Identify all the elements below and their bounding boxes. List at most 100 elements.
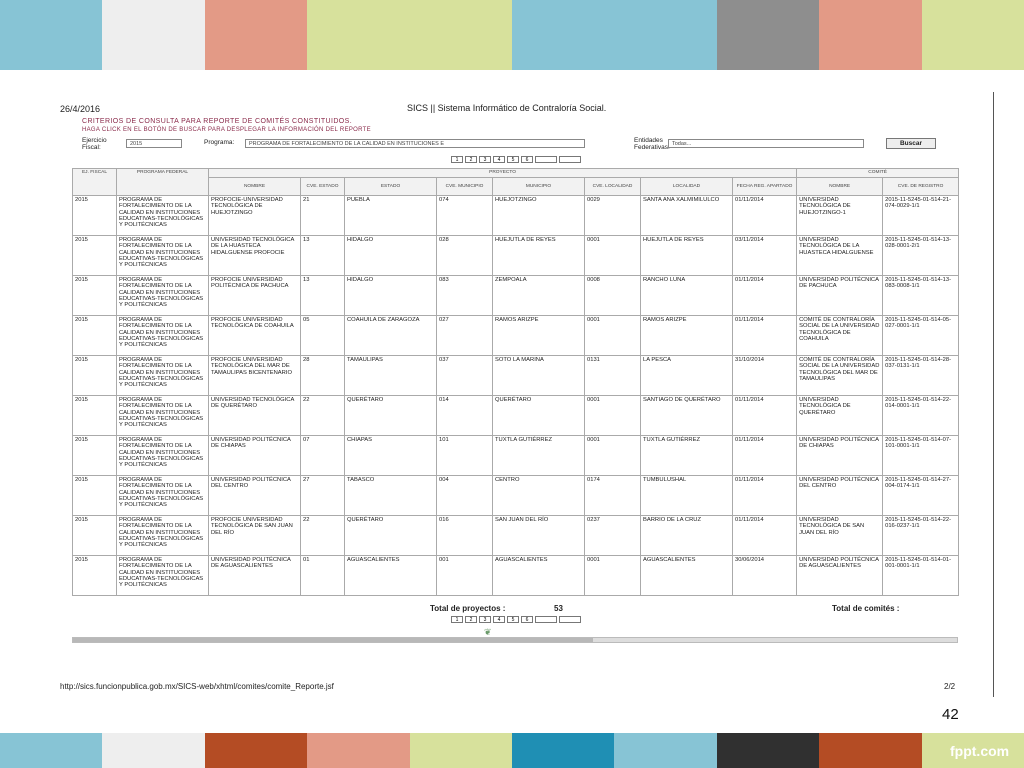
cell-municipio: AGUASCALIENTES bbox=[492, 555, 585, 597]
table-row: 2015 PROGRAMA DE FORTALECIMIENTO DE LA CA… bbox=[72, 555, 960, 597]
cell-cve-localidad: 0001 bbox=[584, 555, 641, 597]
cell-estado: AGUASCALIENTES bbox=[344, 555, 437, 597]
cell-fecha: 03/11/2014 bbox=[731, 235, 798, 277]
cell-cve-estado: 13 bbox=[300, 235, 345, 277]
cell-fecha: 31/10/2014 bbox=[731, 355, 798, 397]
cell-cve-estado: 28 bbox=[300, 355, 345, 397]
cell-municipio: QUERÉTARO bbox=[492, 395, 585, 437]
horizontal-scrollbar[interactable] bbox=[72, 637, 958, 643]
page-1-button[interactable]: 1 bbox=[451, 616, 463, 623]
cell-comite: UNIVERSIDAD TECNOLÓGICA DE QUERÉTARO bbox=[796, 395, 884, 437]
cell-cve-localidad: 0001 bbox=[584, 395, 641, 437]
col-municipio: Municipio bbox=[492, 177, 585, 197]
cell-programa: PROGRAMA DE FORTALECIMIENTO DE LA CALIDA… bbox=[116, 555, 209, 597]
cell-cve-municipio: 074 bbox=[436, 195, 493, 237]
cell-localidad: RANCHO LUNA bbox=[640, 275, 733, 317]
table-body: 2015 PROGRAMA DE FORTALECIMIENTO DE LA CA… bbox=[72, 195, 960, 597]
top-color-band bbox=[819, 0, 922, 70]
cell-municipio: CENTRO bbox=[492, 475, 585, 517]
cell-nombre: PROFOCIE UNIVERSIDAD TECNOLÓGICA DEL MAR… bbox=[208, 355, 301, 397]
col-programa: Programa Federal bbox=[116, 167, 209, 197]
cell-ejercicio: 2015 bbox=[72, 355, 117, 397]
page-1-button[interactable]: 1 bbox=[451, 156, 463, 163]
cell-ejercicio: 2015 bbox=[72, 435, 117, 477]
cell-fecha: 01/11/2014 bbox=[731, 195, 798, 237]
cell-municipio: HUEJUTLA DE REYES bbox=[492, 235, 585, 277]
bottom-color-band bbox=[409, 733, 513, 768]
col-nombre: Nombre bbox=[208, 177, 301, 197]
document-url: http://sics.funcionpublica.gob.mx/SICS-w… bbox=[60, 682, 334, 691]
programa-select[interactable]: PROGRAMA DE FORTALECIMIENTO DE LA CALIDA… bbox=[245, 139, 585, 148]
bottom-color-bands bbox=[0, 733, 1024, 768]
search-button[interactable]: Buscar bbox=[886, 138, 936, 149]
cell-localidad: TUMBULUSHAL bbox=[640, 475, 733, 517]
bottom-color-band bbox=[716, 733, 820, 768]
page-3-button[interactable]: 3 bbox=[479, 156, 491, 163]
cell-registro: 2015-11-5245-01-514-28-037-0131-1/1 bbox=[882, 355, 960, 397]
cell-programa: PROGRAMA DE FORTALECIMIENTO DE LA CALIDA… bbox=[116, 435, 209, 477]
last-page-button[interactable] bbox=[559, 616, 581, 623]
cell-registro: 2015-11-5245-01-514-22-014-0001-1/1 bbox=[882, 395, 960, 437]
cell-ejercicio: 2015 bbox=[72, 475, 117, 517]
cell-localidad: BARRIO DE LA CRUZ bbox=[640, 515, 733, 557]
cell-cve-municipio: 101 bbox=[436, 435, 493, 477]
cell-nombre: PROFOCIE UNIVERSIDAD TECNOLÓGICA DE SAN … bbox=[208, 515, 301, 557]
cell-nombre: UNIVERSIDAD TECNOLÓGICA DE LA HUASTECA H… bbox=[208, 235, 301, 277]
cell-localidad: LA PESCA bbox=[640, 355, 733, 397]
page-2-button[interactable]: 2 bbox=[465, 156, 477, 163]
page-5-button[interactable]: 5 bbox=[507, 156, 519, 163]
cell-registro: 2015-11-5245-01-514-01-001-0001-1/1 bbox=[882, 555, 960, 597]
entidades-select[interactable]: Todas... bbox=[668, 139, 864, 148]
cell-cve-municipio: 014 bbox=[436, 395, 493, 437]
top-color-band bbox=[204, 0, 308, 70]
next-page-button[interactable] bbox=[535, 616, 557, 623]
cell-cve-estado: 27 bbox=[300, 475, 345, 517]
ejercicio-select[interactable]: 2015 bbox=[126, 139, 182, 148]
cell-localidad: SANTIAGO DE QUERÉTARO bbox=[640, 395, 733, 437]
document-page-number: 2/2 bbox=[944, 682, 956, 691]
bottom-color-band bbox=[102, 733, 205, 768]
bottom-color-band bbox=[307, 733, 410, 768]
next-page-button[interactable] bbox=[535, 156, 557, 163]
page-3-button[interactable]: 3 bbox=[479, 616, 491, 623]
pager-top: 1 2 3 4 5 6 bbox=[451, 156, 581, 163]
cell-comite: UNIVERSIDAD POLITÉCNICA DEL CENTRO bbox=[796, 475, 884, 517]
total-proyectos-label: Total de proyectos : bbox=[430, 604, 506, 613]
cell-cve-municipio: 028 bbox=[436, 235, 493, 277]
cell-municipio: TUXTLA GUTIÉRREZ bbox=[492, 435, 585, 477]
cell-ejercicio: 2015 bbox=[72, 555, 117, 597]
page-5-button[interactable]: 5 bbox=[507, 616, 519, 623]
col-comite-nombre: Nombre bbox=[796, 177, 884, 197]
cell-nombre: PROFOCIE UNIVERSIDAD TECNOLÓGICA DE COAH… bbox=[208, 315, 301, 357]
table-row: 2015 PROGRAMA DE FORTALECIMIENTO DE LA CA… bbox=[72, 395, 960, 437]
bottom-color-band bbox=[204, 733, 308, 768]
page-2-button[interactable]: 2 bbox=[465, 616, 477, 623]
col-fecha: Fecha Reg. Apartado bbox=[731, 177, 798, 197]
page-4-button[interactable]: 4 bbox=[493, 616, 505, 623]
scanned-report-page: 26/4/2016 SICS || Sistema Informático de… bbox=[56, 88, 974, 700]
cell-programa: PROGRAMA DE FORTALECIMIENTO DE LA CALIDA… bbox=[116, 395, 209, 437]
cell-cve-municipio: 016 bbox=[436, 515, 493, 557]
page-6-button[interactable]: 6 bbox=[521, 616, 533, 623]
report-heading: Criterios de consulta para reporte de co… bbox=[82, 118, 353, 125]
cell-fecha: 01/11/2014 bbox=[731, 315, 798, 357]
cell-fecha: 01/11/2014 bbox=[731, 475, 798, 517]
cell-cve-municipio: 083 bbox=[436, 275, 493, 317]
cell-cve-estado: 21 bbox=[300, 195, 345, 237]
cell-cve-municipio: 037 bbox=[436, 355, 493, 397]
cell-nombre: UNIVERSIDAD POLITÉCNICA DE CHIAPAS bbox=[208, 435, 301, 477]
cell-cve-localidad: 0029 bbox=[584, 195, 641, 237]
last-page-button[interactable] bbox=[559, 156, 581, 163]
col-cve-localidad: Cve. Localidad bbox=[584, 177, 641, 197]
table-row: 2015 PROGRAMA DE FORTALECIMIENTO DE LA CA… bbox=[72, 355, 960, 397]
cell-estado: COAHUILA DE ZARAGOZA bbox=[344, 315, 437, 357]
page-6-button[interactable]: 6 bbox=[521, 156, 533, 163]
cell-programa: PROGRAMA DE FORTALECIMIENTO DE LA CALIDA… bbox=[116, 475, 209, 517]
col-cve-estado: Cve. Estado bbox=[300, 177, 345, 197]
cell-cve-localidad: 0001 bbox=[584, 235, 641, 277]
cell-localidad: SANTA ANA XALMIMILULCO bbox=[640, 195, 733, 237]
page-4-button[interactable]: 4 bbox=[493, 156, 505, 163]
cell-ejercicio: 2015 bbox=[72, 515, 117, 557]
cell-cve-municipio: 027 bbox=[436, 315, 493, 357]
scrollbar-thumb[interactable] bbox=[73, 638, 593, 642]
